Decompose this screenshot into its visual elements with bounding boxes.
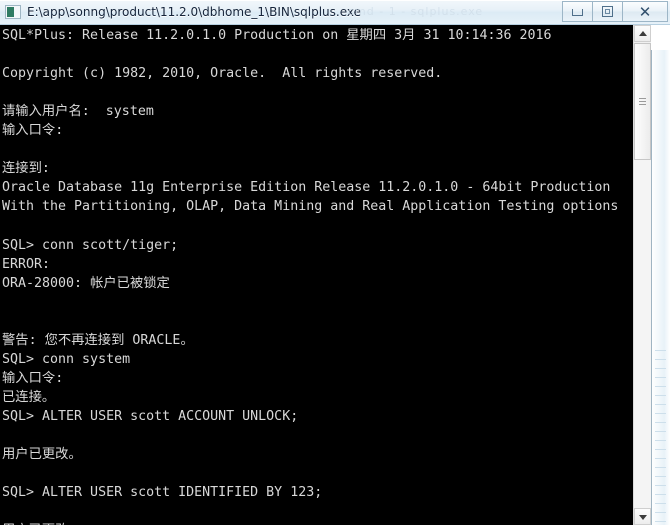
sliver-decoration xyxy=(655,512,666,513)
close-icon: ✕ xyxy=(638,2,652,21)
restore-button[interactable] xyxy=(592,1,622,22)
sliver-decoration xyxy=(655,476,666,477)
sliver-decoration xyxy=(655,467,666,468)
sliver-decoration xyxy=(655,359,666,360)
scroll-up-arrow-icon[interactable] xyxy=(634,25,651,42)
scroll-thumb-grip xyxy=(639,97,646,106)
window-title-text: E:\app\sonng\product\11.2.0\dbhome_1\BIN… xyxy=(27,5,362,19)
restore-icon xyxy=(593,2,622,21)
sliver-decoration xyxy=(655,413,666,414)
sqlplus-console-window: E:\app\sonng\product\11.2.0\dbhome_1\BIN… xyxy=(0,0,670,525)
scroll-track[interactable] xyxy=(634,160,651,508)
sliver-decoration xyxy=(655,386,666,387)
console-text: SQL*Plus: Release 11.2.0.1.0 Production … xyxy=(2,28,619,525)
sliver-decoration xyxy=(655,395,666,396)
sliver-decoration xyxy=(655,485,666,486)
scroll-thumb[interactable] xyxy=(634,43,651,160)
sliver-decoration xyxy=(655,431,666,432)
sliver-decoration xyxy=(655,350,666,351)
sliver-decoration xyxy=(655,458,666,459)
window-controls: ✕ xyxy=(562,1,668,22)
console-app-icon xyxy=(5,5,21,19)
window-title-bar[interactable]: E:\app\sonng\product\11.2.0\dbhome_1\BIN… xyxy=(0,0,670,25)
minimize-button[interactable] xyxy=(562,1,592,22)
sliver-decoration xyxy=(655,404,666,405)
sliver-decoration xyxy=(655,440,666,441)
sliver-decoration xyxy=(655,422,666,423)
close-button[interactable]: ✕ xyxy=(622,1,668,22)
sliver-decoration xyxy=(655,494,666,495)
sliver-decoration xyxy=(655,368,666,369)
console-body: SQL*Plus: Release 11.2.0.1.0 Production … xyxy=(0,25,670,525)
taskbar-ghost-text: cmd - 1 - sqlplus.exe xyxy=(348,5,484,18)
sliver-decoration xyxy=(655,377,666,378)
desktop-right-sliver xyxy=(651,50,670,525)
sliver-decoration xyxy=(655,521,666,522)
desktop-backdrop: E:\app\sonng\product\11.2.0\dbhome_1\BIN… xyxy=(0,0,670,525)
minimize-icon xyxy=(563,2,592,21)
console-scrollbar[interactable] xyxy=(633,25,651,525)
sliver-decoration xyxy=(655,449,666,450)
sliver-decoration xyxy=(655,503,666,504)
console-output-area[interactable]: SQL*Plus: Release 11.2.0.1.0 Production … xyxy=(0,25,633,525)
scroll-down-arrow-icon[interactable] xyxy=(634,508,651,525)
